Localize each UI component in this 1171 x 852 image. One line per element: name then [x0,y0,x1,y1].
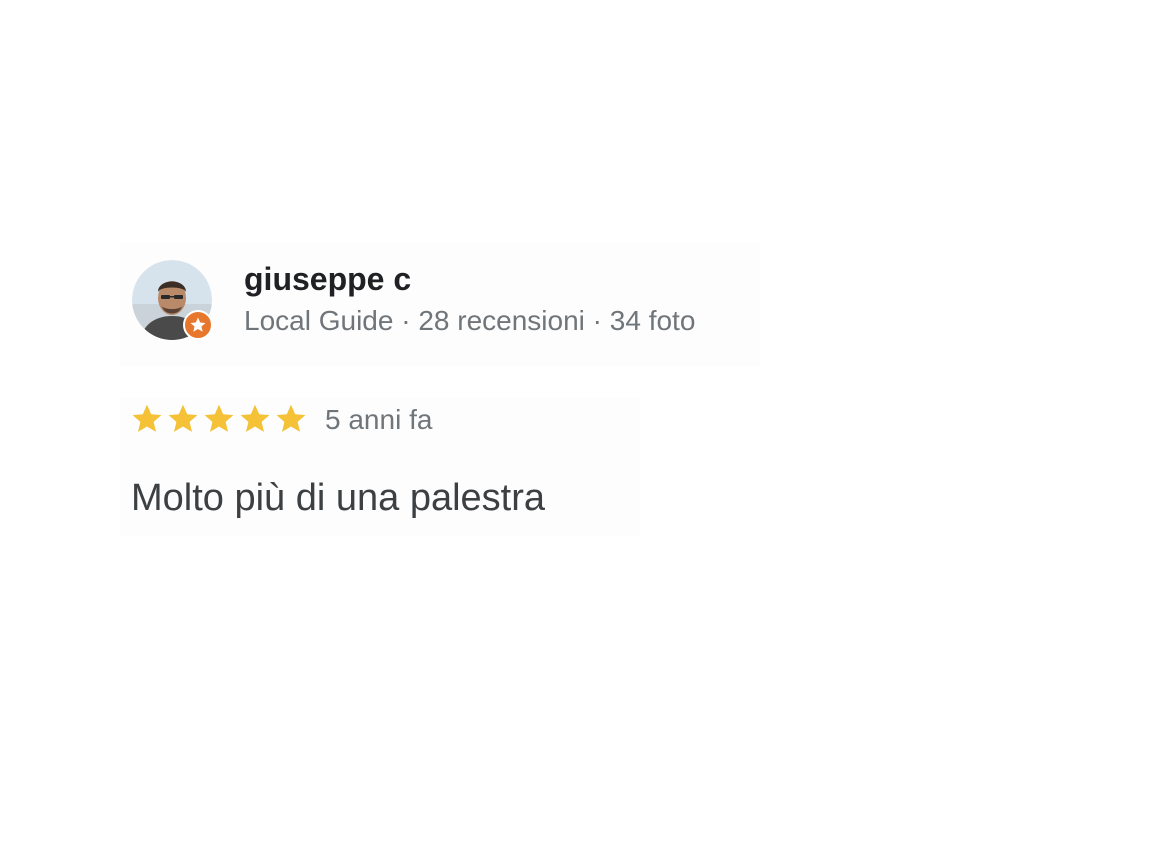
star-icon [276,404,306,432]
local-guide-badge-icon [183,310,213,340]
star-icon [132,404,162,432]
author-meta: Local Guide · 28 recensioni · 34 foto [244,302,695,340]
star-icon [204,404,234,432]
review-time: 5 anni fa [325,404,433,435]
author-photos-count: 34 foto [609,305,696,336]
star-icon [190,317,206,332]
meta-separator: · [401,305,411,336]
author-reviews-count: 28 recensioni [418,305,585,336]
author-level: Local Guide [244,305,394,336]
author-name[interactable]: giuseppe c [244,259,411,299]
rating-stars [129,401,309,437]
star-icon [240,404,270,432]
star-icon [168,404,198,432]
meta-separator: · [592,305,602,336]
review-text: Molto più di una palestra [131,477,546,519]
author-avatar[interactable] [132,260,214,342]
